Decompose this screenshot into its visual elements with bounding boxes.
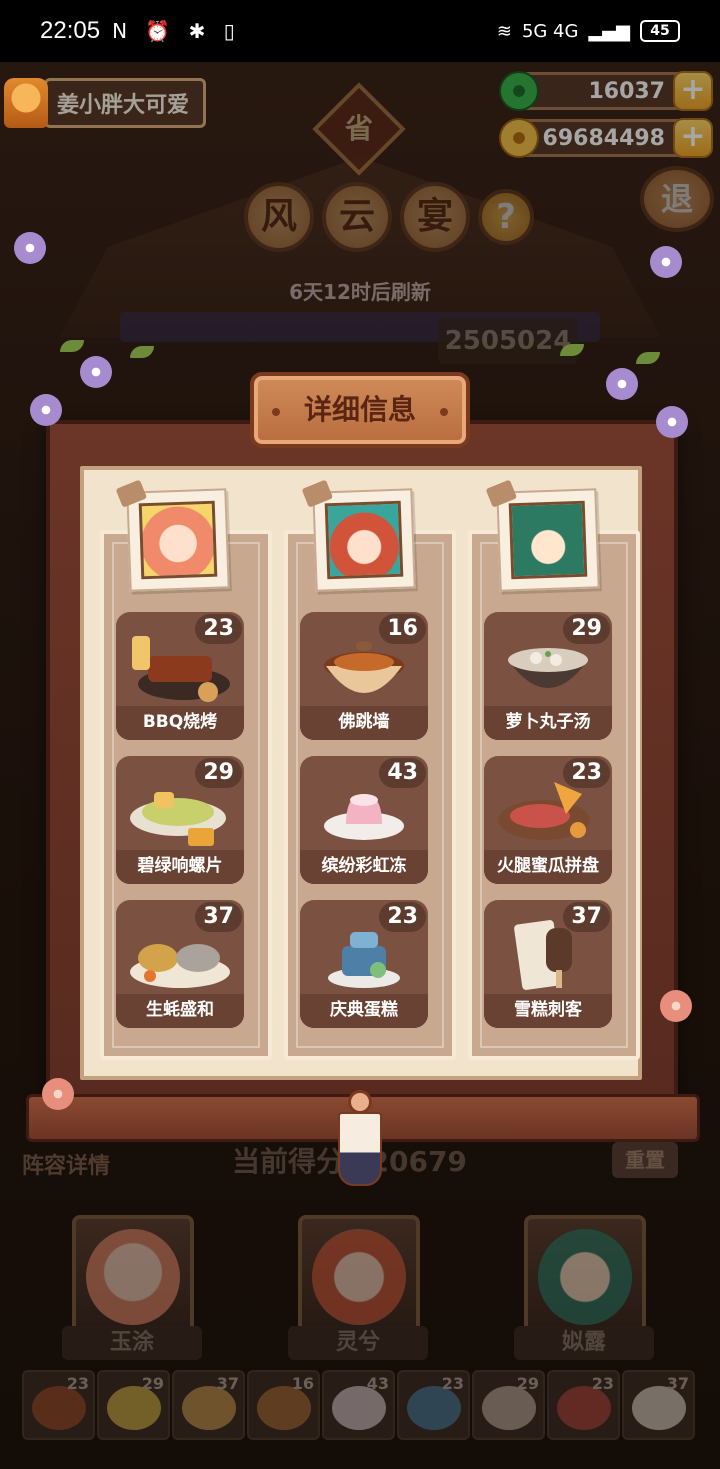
plaque-dot: [272, 408, 280, 416]
flower-icon: [30, 394, 62, 426]
dish-count: 23: [195, 614, 242, 644]
dish-card[interactable]: 16 佛跳墙: [300, 612, 428, 740]
detail-title-plaque: 详细信息: [250, 372, 470, 448]
dish-card[interactable]: 23 庆典蛋糕: [300, 900, 428, 1028]
flower-icon: [650, 246, 682, 278]
dish-count: 37: [563, 902, 610, 932]
dish-count: 23: [379, 902, 426, 932]
character-portrait-1: [115, 479, 230, 592]
character-face-icon: [324, 500, 404, 580]
close-tassel[interactable]: [334, 1090, 386, 1188]
flower-icon: [606, 368, 638, 400]
dish-name: 雪糕刺客: [484, 994, 612, 1028]
dish-card[interactable]: 29 碧绿响螺片: [116, 756, 244, 884]
dish-name: 生蚝盛和: [116, 994, 244, 1028]
dish-card[interactable]: 23 火腿蜜瓜拼盘: [484, 756, 612, 884]
dish-name: 萝卜丸子汤: [484, 706, 612, 740]
plaque-dot: [440, 408, 448, 416]
flower-icon: [80, 356, 112, 388]
character-portrait-2: [301, 479, 416, 592]
dish-count: 23: [563, 758, 610, 788]
network-label: 5G 4G: [521, 20, 579, 42]
dish-name: 碧绿响螺片: [116, 850, 244, 884]
battery-indicator: 45: [640, 20, 680, 42]
dish-name: 缤纷彩虹冻: [300, 850, 428, 884]
dish-count: 37: [195, 902, 242, 932]
dish-card[interactable]: 43 缤纷彩虹冻: [300, 756, 428, 884]
tassel-icon: [338, 1112, 382, 1186]
character-face-icon: [508, 500, 588, 580]
blossom-icon: [42, 1078, 74, 1110]
clock: 22:05: [40, 17, 101, 44]
dish-card[interactable]: 23 BBQ烧烤: [116, 612, 244, 740]
dish-card[interactable]: 37 生蚝盛和: [116, 900, 244, 1028]
character-face-icon: [138, 500, 218, 580]
dish-card[interactable]: 37 雪糕刺客: [484, 900, 612, 1028]
blossom-icon: [660, 990, 692, 1022]
dish-card[interactable]: 29 萝卜丸子汤: [484, 612, 612, 740]
dish-name: 庆典蛋糕: [300, 994, 428, 1028]
dish-name: 佛跳墙: [300, 706, 428, 740]
user-avatar-icon: [4, 78, 48, 128]
dish-count: 16: [379, 614, 426, 644]
dish-count: 29: [195, 758, 242, 788]
character-portrait-3: [485, 479, 600, 592]
dish-name: BBQ烧烤: [116, 706, 244, 740]
signal-icon: ▂▄▆: [588, 20, 630, 42]
detail-title: 详细信息: [303, 393, 416, 426]
status-icons: N ⏰ ✱ ▯: [112, 19, 241, 43]
flower-icon: [14, 232, 46, 264]
flower-icon: [656, 406, 688, 438]
dish-count: 29: [563, 614, 610, 644]
status-bar: 22:05 N ⏰ ✱ ▯ ≋ 5G 4G ▂▄▆ 45: [0, 0, 720, 62]
dish-count: 43: [379, 758, 426, 788]
dish-name: 火腿蜜瓜拼盘: [484, 850, 612, 884]
wifi-icon: ≋: [496, 20, 512, 42]
tassel-knot-icon: [348, 1090, 372, 1114]
